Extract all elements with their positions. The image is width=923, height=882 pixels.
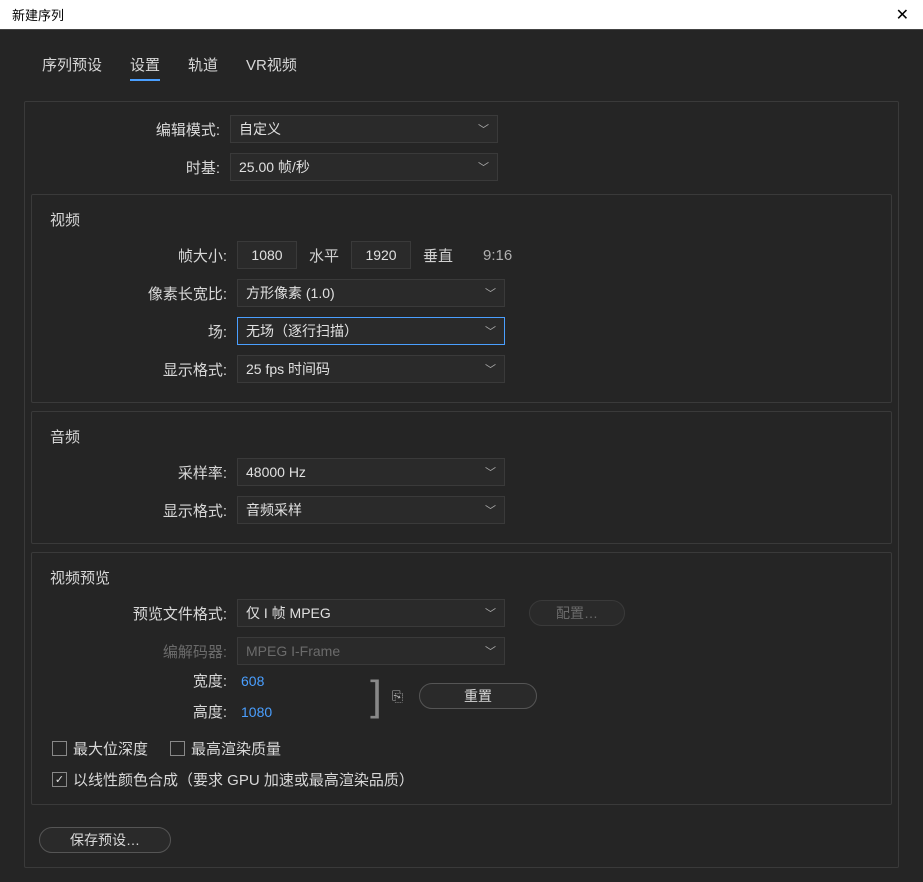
preview-width-value[interactable]: 608	[237, 673, 264, 689]
tab-bar: 序列预设 设置 轨道 VR视频	[24, 44, 899, 93]
fields-value: 无场（逐行扫描）	[246, 321, 358, 341]
audio-display-format-dropdown[interactable]: 音频采样 ﹀	[237, 496, 505, 524]
link-bracket: ]	[370, 675, 382, 717]
pixel-aspect-value: 方形像素 (1.0)	[246, 283, 335, 303]
preview-file-format-value: 仅 I 帧 MPEG	[246, 603, 331, 623]
preview-width-label: 宽度:	[32, 670, 237, 691]
editing-mode-label: 编辑模式:	[25, 119, 230, 140]
horizontal-label: 水平	[309, 245, 339, 266]
checkbox-icon	[52, 741, 67, 756]
sample-rate-label: 采样率:	[32, 462, 237, 483]
fields-dropdown[interactable]: 无场（逐行扫描） ﹀	[237, 317, 505, 345]
audio-section-title: 音频	[32, 416, 891, 453]
codec-value: MPEG I-Frame	[246, 643, 340, 659]
preview-height-label: 高度:	[32, 701, 237, 722]
tab-tracks[interactable]: 轨道	[188, 50, 218, 81]
titlebar: 新建序列 ✕	[0, 0, 923, 30]
preview-file-format-dropdown[interactable]: 仅 I 帧 MPEG ﹀	[237, 599, 505, 627]
codec-dropdown: MPEG I-Frame ﹀	[237, 637, 505, 665]
chevron-down-icon: ﹀	[478, 159, 489, 175]
tab-settings[interactable]: 设置	[130, 50, 160, 81]
dialog-content: 序列预设 设置 轨道 VR视频 编辑模式: 自定义 ﹀ 时基: 25.00 帧/…	[0, 30, 923, 882]
pixel-aspect-label: 像素长宽比:	[32, 283, 237, 304]
tab-sequence-presets[interactable]: 序列预设	[42, 50, 102, 81]
codec-label: 编解码器:	[32, 641, 237, 662]
video-section: 视频 帧大小: 水平 垂直 9:16 像素长宽比: 方形像素 (1.0) ﹀ 场…	[31, 194, 892, 403]
editing-mode-dropdown[interactable]: 自定义 ﹀	[230, 115, 498, 143]
configure-button: 配置…	[529, 600, 625, 626]
frame-height-input[interactable]	[351, 241, 411, 269]
chevron-down-icon: ﹀	[485, 502, 496, 518]
max-render-quality-checkbox[interactable]: 最高渲染质量	[170, 738, 281, 759]
chevron-down-icon: ﹀	[478, 121, 489, 137]
frame-width-input[interactable]	[237, 241, 297, 269]
settings-panel: 编辑模式: 自定义 ﹀ 时基: 25.00 帧/秒 ﹀ 视频 帧大小: 水平 垂…	[24, 101, 899, 868]
editing-mode-value: 自定义	[239, 119, 281, 139]
preview-file-format-label: 预览文件格式:	[32, 603, 237, 624]
max-render-quality-label: 最高渲染质量	[191, 738, 281, 759]
preview-height-value[interactable]: 1080	[237, 704, 272, 720]
video-section-title: 视频	[32, 199, 891, 236]
close-icon[interactable]: ✕	[890, 3, 915, 27]
linear-composite-label: 以线性颜色合成（要求 GPU 加速或最高渲染品质）	[73, 769, 414, 790]
link-icon[interactable]: ⎘	[392, 688, 403, 705]
audio-section: 音频 采样率: 48000 Hz ﹀ 显示格式: 音频采样 ﹀	[31, 411, 892, 544]
video-preview-section: 视频预览 预览文件格式: 仅 I 帧 MPEG ﹀ 配置… 编解码器: MPEG…	[31, 552, 892, 805]
max-bit-depth-label: 最大位深度	[73, 738, 148, 759]
timebase-value: 25.00 帧/秒	[239, 157, 310, 177]
sample-rate-dropdown[interactable]: 48000 Hz ﹀	[237, 458, 505, 486]
timebase-dropdown[interactable]: 25.00 帧/秒 ﹀	[230, 153, 498, 181]
max-bit-depth-checkbox[interactable]: 最大位深度	[52, 738, 148, 759]
chevron-down-icon: ﹀	[485, 464, 496, 480]
chevron-down-icon: ﹀	[485, 361, 496, 377]
video-display-format-dropdown[interactable]: 25 fps 时间码 ﹀	[237, 355, 505, 383]
audio-display-format-value: 音频采样	[246, 500, 302, 520]
sample-rate-value: 48000 Hz	[246, 464, 306, 480]
reset-button[interactable]: 重置	[419, 683, 537, 709]
tab-vr-video[interactable]: VR视频	[246, 50, 297, 81]
video-preview-title: 视频预览	[32, 557, 891, 594]
window-title: 新建序列	[12, 5, 64, 24]
video-display-format-label: 显示格式:	[32, 359, 237, 380]
save-preset-button[interactable]: 保存预设…	[39, 827, 171, 853]
chevron-down-icon: ﹀	[485, 643, 496, 659]
frame-size-label: 帧大小:	[32, 245, 237, 266]
timebase-label: 时基:	[25, 157, 230, 178]
pixel-aspect-dropdown[interactable]: 方形像素 (1.0) ﹀	[237, 279, 505, 307]
fields-label: 场:	[32, 321, 237, 342]
video-display-format-value: 25 fps 时间码	[246, 359, 330, 379]
checkbox-checked-icon	[52, 772, 67, 787]
linear-composite-checkbox[interactable]: 以线性颜色合成（要求 GPU 加速或最高渲染品质）	[52, 769, 414, 790]
vertical-label: 垂直	[423, 245, 453, 266]
aspect-ratio-display: 9:16	[483, 247, 512, 264]
chevron-down-icon: ﹀	[485, 323, 496, 339]
audio-display-format-label: 显示格式:	[32, 500, 237, 521]
chevron-down-icon: ﹀	[485, 605, 496, 621]
checkbox-icon	[170, 741, 185, 756]
chevron-down-icon: ﹀	[485, 285, 496, 301]
